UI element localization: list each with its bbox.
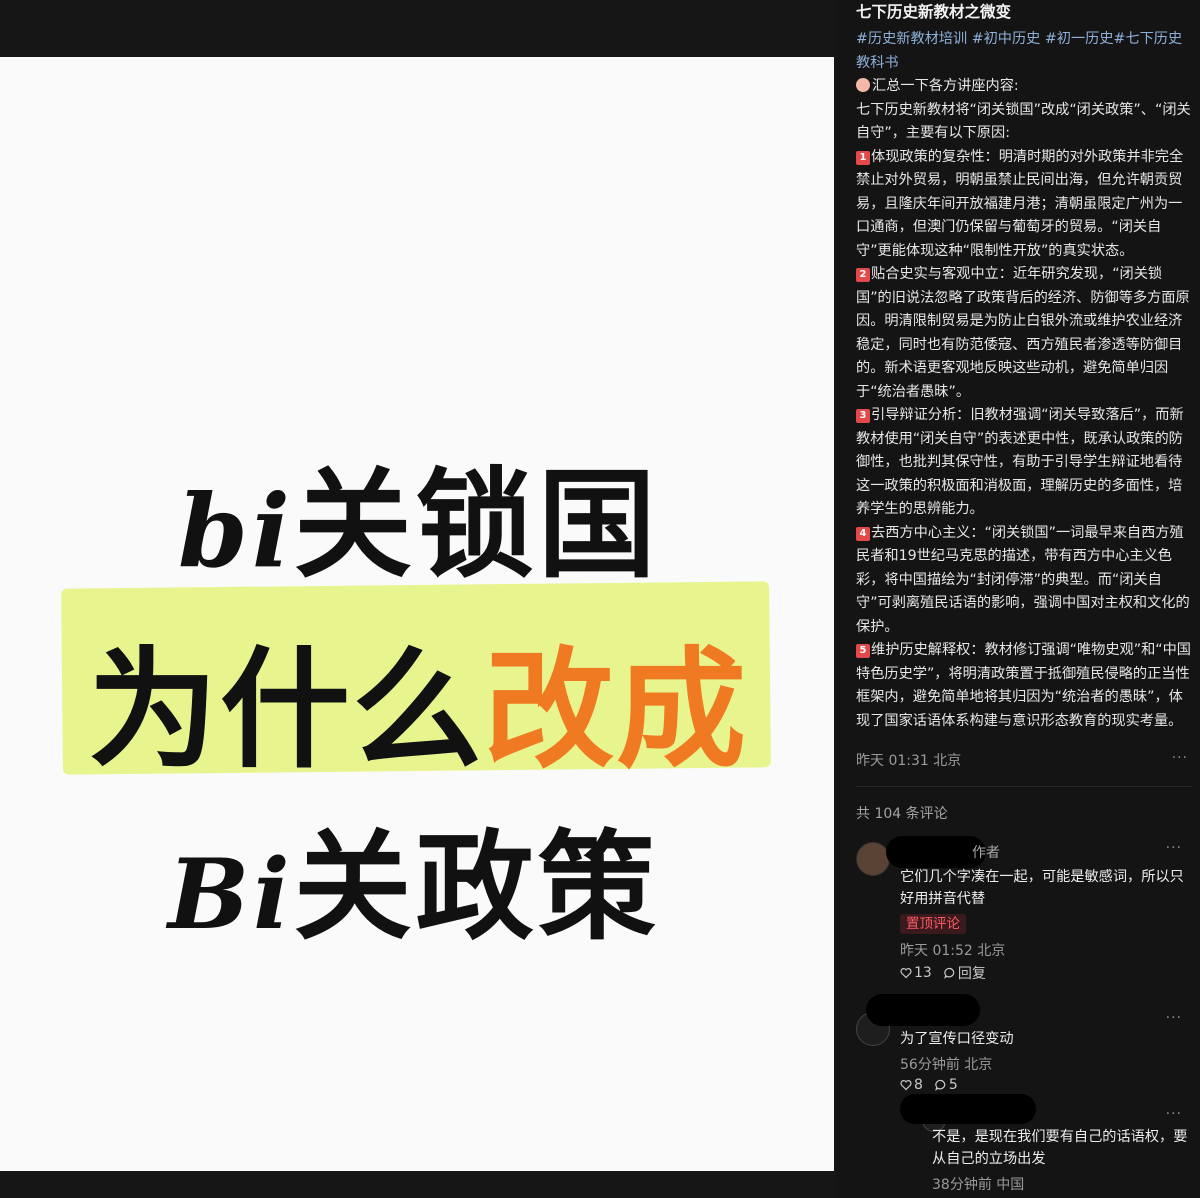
post-timestamp: 昨天 01:31 北京 bbox=[856, 753, 962, 769]
post-intro: 汇总一下各方讲座内容: bbox=[856, 75, 1192, 99]
comment-count: 共 104 条评论 bbox=[856, 806, 948, 822]
image-line-3-chinese: 关政策 bbox=[293, 818, 660, 956]
comment-timestamp: 56分钟前 北京 bbox=[900, 1057, 993, 1073]
redacted-username bbox=[900, 1094, 1036, 1124]
image-line-2-orange: 改成 bbox=[484, 634, 749, 786]
comment-item: 为了宣传口径变动 56分钟前 北京 8 5 ··· bbox=[856, 994, 1196, 1100]
tag-link[interactable]: #历史新教材培训 bbox=[856, 31, 967, 47]
comment-more-icon[interactable]: ··· bbox=[1166, 1010, 1182, 1026]
comment-text: 不是，是现在我们要有自己的话语权，要从自己的立场出发 bbox=[932, 1129, 1188, 1167]
post-title: 七下历史新教材之微变 bbox=[856, 3, 1012, 21]
redacted-username bbox=[886, 836, 986, 868]
reply-label: 回复 bbox=[957, 966, 986, 982]
post-body: #历史新教材培训 #初中历史 #初一历史#七下历史教科书 汇总一下各方讲座内容:… bbox=[856, 28, 1192, 733]
point-3: 3 引导辩证分析：旧教材强调“闭关导致落后”，而新教材使用“闭关自守”的表述更中性… bbox=[856, 404, 1192, 522]
comment-more-icon[interactable]: ··· bbox=[1166, 1106, 1182, 1122]
comment-reply-item: 不是，是现在我们要有自己的话语权，要从自己的立场出发 38分钟前 中国 ··· bbox=[856, 1094, 1196, 1198]
pinned-badge: 置顶评论 bbox=[900, 914, 966, 934]
comment-more-icon[interactable]: ··· bbox=[1166, 840, 1182, 856]
comment-text: 为了宣传口径变动 bbox=[900, 1031, 1014, 1047]
image-line-1-chinese: 关锁国 bbox=[293, 456, 660, 594]
comment-actions: 13 回复 bbox=[900, 963, 986, 983]
number-4-icon: 4 bbox=[856, 526, 870, 541]
point-2-text: 贴合史实与客观中立：近年研究发现，“闭关锁国”的旧说法忽略了政策背后的经济、防御… bbox=[856, 266, 1190, 400]
reply-button[interactable]: 5 bbox=[935, 1077, 958, 1093]
tag-link[interactable]: #初中历史 bbox=[972, 31, 1041, 47]
post-more-icon[interactable]: ··· bbox=[1172, 750, 1188, 766]
like-count: 13 bbox=[914, 965, 932, 981]
post-intro-text: 汇总一下各方讲座内容: bbox=[872, 78, 1019, 94]
point-1-text: 体现政策的复杂性：明清时期的对外政策并非完全禁止对外贸易，明朝虽禁止民间出海，但… bbox=[856, 148, 1184, 259]
image-line-3-latin: Bi bbox=[168, 838, 294, 951]
number-5-icon: 5 bbox=[856, 644, 870, 658]
post-panel: 七下历史新教材之微变 #历史新教材培训 #初中历史 #初一历史#七下历史教科书 … bbox=[836, 0, 1200, 1198]
comment-actions: 8 5 bbox=[900, 1077, 958, 1093]
number-3-icon: 3 bbox=[856, 409, 870, 423]
tag-link[interactable]: #初一历史 bbox=[1045, 31, 1114, 47]
comment-timestamp: 38分钟前 中国 bbox=[932, 1177, 1025, 1193]
reply-button[interactable]: 回复 bbox=[944, 963, 986, 983]
point-5: 5 维护历史解释权：教材修订强调“唯物史观”和“中国特色历史学”，将明清政策置于抵… bbox=[856, 639, 1192, 733]
image-line-1: bi关锁国 bbox=[178, 429, 660, 600]
number-2-icon: 2 bbox=[856, 268, 870, 282]
point-1: 1 体现政策的复杂性：明清时期的对外政策并非完全禁止对外贸易，明朝虽禁止民间出海，… bbox=[856, 146, 1192, 264]
reply-bubble-icon bbox=[944, 967, 955, 979]
reply-bubble-icon bbox=[935, 1079, 946, 1091]
point-2: 2 贴合史实与客观中立：近年研究发现，“闭关锁国”的旧说法忽略了政策背后的经济、防… bbox=[856, 263, 1192, 404]
point-4-text: 去西方中心主义：“闭关锁国”一词最早来自西方殖民者和19世纪马克思的描述，带有西… bbox=[856, 524, 1190, 635]
like-button[interactable]: 13 bbox=[900, 965, 932, 981]
like-button[interactable]: 8 bbox=[900, 1077, 923, 1093]
app-window: bi关锁国 为什么改成 Bi关政策 七下历史新教材之微变 #历史新教材培训 #初… bbox=[0, 0, 1200, 1198]
post-lead: 七下历史新教材将“闭关锁国”改成“闭关政策”、“闭关自守”，主要有以下原因: bbox=[856, 101, 1191, 142]
image-line-1-latin: bi bbox=[178, 472, 294, 590]
post-image[interactable]: bi关锁国 为什么改成 Bi关政策 bbox=[0, 57, 834, 1171]
image-line-2: 为什么改成 bbox=[88, 605, 748, 793]
author-badge: 作者 bbox=[972, 845, 1000, 861]
reply-count: 5 bbox=[948, 1077, 958, 1093]
comment-timestamp: 昨天 01:52 北京 bbox=[900, 943, 1006, 959]
like-count: 8 bbox=[914, 1077, 923, 1093]
image-viewer: bi关锁国 为什么改成 Bi关政策 bbox=[0, 0, 836, 1198]
heart-icon bbox=[900, 968, 912, 979]
number-1-icon: 1 bbox=[856, 150, 870, 165]
point-5-text: 维护历史解释权：教材修订强调“唯物史观”和“中国特色历史学”，将明清政策置于抵御… bbox=[856, 642, 1191, 729]
redacted-username bbox=[866, 994, 980, 1026]
image-line-3: Bi关政策 bbox=[168, 791, 660, 962]
heart-icon bbox=[900, 1080, 912, 1091]
comment-item: 作者 它们几个字凑在一起，可能是敏感词，所以只好用拼音代替 置顶评论 昨天 01… bbox=[856, 836, 1196, 987]
point-4: 4 去西方中心主义：“闭关锁国”一词最早来自西方殖民者和19世纪马克思的描述，带有… bbox=[856, 522, 1192, 640]
image-line-2-black: 为什么 bbox=[88, 634, 485, 786]
avatar[interactable] bbox=[856, 842, 890, 876]
point-3-text: 引导辩证分析：旧教材强调“闭关导致落后”，而新教材使用“闭关自守”的表述更中性，… bbox=[856, 407, 1184, 517]
emoji-face-icon bbox=[856, 78, 870, 92]
tag-list: #历史新教材培训 #初中历史 #初一历史#七下历史教科书 bbox=[856, 28, 1192, 75]
comment-text: 它们几个字凑在一起，可能是敏感词，所以只好用拼音代替 bbox=[900, 869, 1184, 907]
divider bbox=[856, 786, 1192, 787]
